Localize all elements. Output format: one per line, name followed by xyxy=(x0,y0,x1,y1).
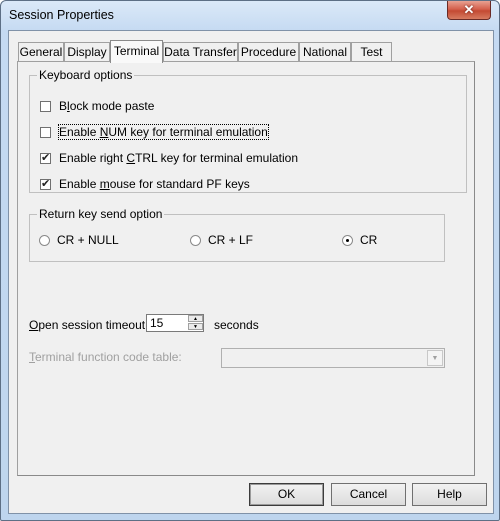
checkbox-box[interactable] xyxy=(40,126,51,138)
enable-right-ctrl-checkbox[interactable]: Enable right CTRL key for terminal emula… xyxy=(40,150,298,166)
checkbox-box[interactable] xyxy=(40,151,51,164)
help-button[interactable]: Help xyxy=(412,483,487,506)
chevron-down-icon[interactable]: ▼ xyxy=(427,350,443,366)
enable-num-key-checkbox[interactable]: Enable NUM key for terminal emulation xyxy=(40,124,269,140)
close-button[interactable]: ✕ xyxy=(447,1,491,20)
checkbox-label: Block mode paste xyxy=(59,99,155,113)
return-key-label: Return key send option xyxy=(37,207,165,221)
checkbox-box[interactable] xyxy=(40,177,51,190)
radio-button[interactable] xyxy=(39,234,50,246)
spinner-buttons: ▲ ▼ xyxy=(188,315,203,331)
ok-button[interactable]: OK xyxy=(249,483,324,506)
timeout-label: Open session timeout: xyxy=(29,318,149,332)
tab-procedure[interactable]: Procedure xyxy=(238,42,299,61)
spin-up-button[interactable]: ▲ xyxy=(188,315,203,322)
checkbox-label: Enable NUM key for terminal emulation xyxy=(58,124,269,140)
tab-panel-terminal: Keyboard options Block mode paste Enable… xyxy=(17,61,475,476)
function-table-label: Terminal function code table: xyxy=(29,350,182,364)
tab-data-transfer[interactable]: Data Transfer xyxy=(163,42,238,61)
keyboard-options-group: Keyboard options Block mode paste Enable… xyxy=(29,68,467,193)
radio-button[interactable] xyxy=(342,234,353,246)
block-mode-paste-checkbox[interactable]: Block mode paste xyxy=(40,98,154,114)
radio-label: CR + LF xyxy=(208,233,254,247)
tab-terminal[interactable]: Terminal xyxy=(110,40,163,63)
radio-cr-null[interactable]: CR + NULL xyxy=(39,233,119,247)
checkbox-box[interactable] xyxy=(40,100,51,112)
tab-general[interactable]: General xyxy=(18,42,64,61)
checkbox-label: Enable mouse for standard PF keys xyxy=(59,177,250,191)
radio-label: CR + NULL xyxy=(57,233,119,247)
dialog-client: General Display Terminal Data Transfer P… xyxy=(8,30,494,514)
tab-test[interactable]: Test xyxy=(351,42,392,61)
cancel-button[interactable]: Cancel xyxy=(331,483,406,506)
tab-display[interactable]: Display xyxy=(64,42,110,61)
enable-mouse-pf-keys-checkbox[interactable]: Enable mouse for standard PF keys xyxy=(40,176,250,192)
timeout-units: seconds xyxy=(214,318,259,332)
radio-label: CR xyxy=(360,233,378,247)
window-title: Session Properties xyxy=(9,8,114,22)
tab-national[interactable]: National xyxy=(299,42,351,61)
return-key-group: Return key send option CR + NULL CR + LF… xyxy=(29,207,445,262)
radio-cr-lf[interactable]: CR + LF xyxy=(190,233,253,247)
spin-down-button[interactable]: ▼ xyxy=(188,323,203,330)
timeout-value[interactable]: 15 xyxy=(150,316,163,330)
radio-cr[interactable]: CR xyxy=(342,233,377,247)
radio-button[interactable] xyxy=(190,234,201,246)
dialog-window: Session Properties ✕ General Display Ter… xyxy=(0,0,500,521)
keyboard-options-label: Keyboard options xyxy=(37,68,135,82)
function-table-combo[interactable]: ▼ xyxy=(221,348,445,368)
close-icon: ✕ xyxy=(463,2,475,17)
checkbox-label: Enable right CTRL key for terminal emula… xyxy=(59,151,299,165)
timeout-spinner[interactable]: 15 ▲ ▼ xyxy=(146,314,204,332)
